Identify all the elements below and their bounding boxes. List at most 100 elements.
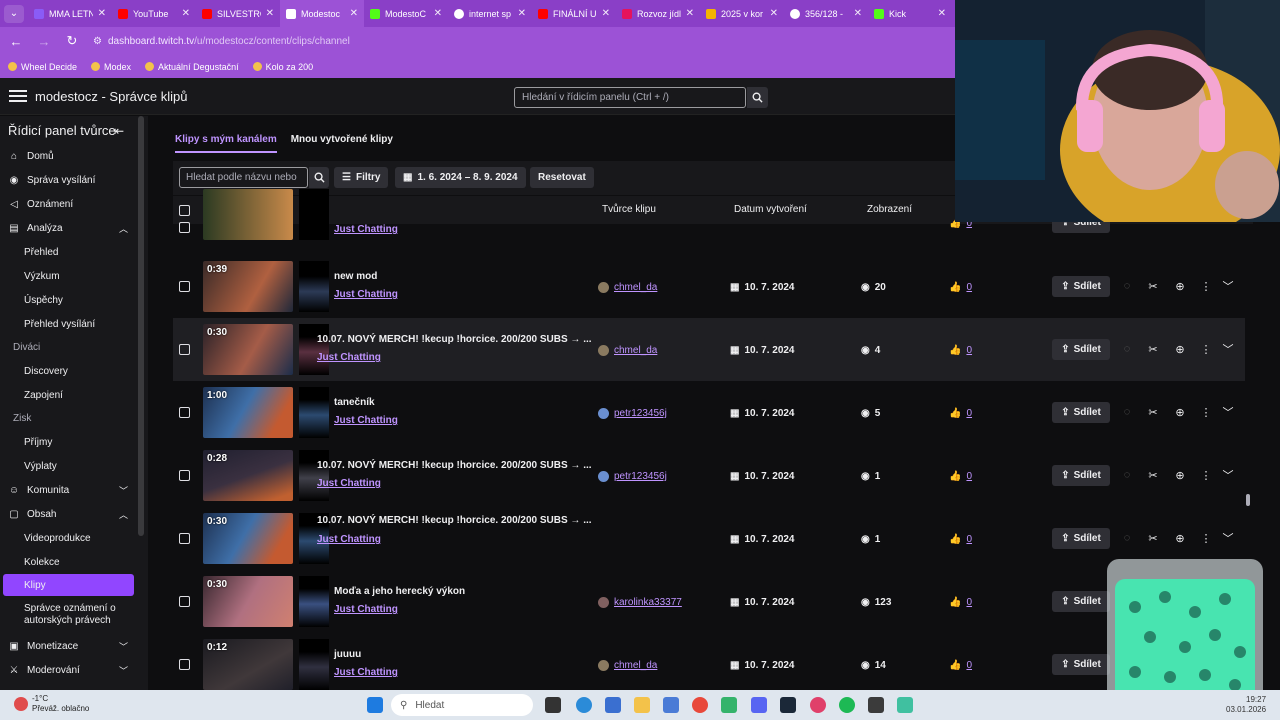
row-checkbox[interactable] (179, 222, 190, 233)
browser-tab[interactable]: MMA LETN ✕ (28, 0, 112, 27)
clip-category-link[interactable]: Just Chatting (334, 289, 398, 300)
sidebar-scrollbar[interactable] (138, 116, 144, 536)
table-row[interactable]: 0:30 Moďa a jeho herecký výkon Just Chat… (173, 570, 1245, 633)
share-button[interactable]: ⇪ Sdílet (1052, 276, 1110, 297)
clip-creator-link[interactable]: chmel_da (598, 345, 657, 356)
clip-likes[interactable]: 👍 0 (949, 282, 972, 293)
clip-likes[interactable]: 👍 0 (949, 471, 972, 482)
clip-likes[interactable]: 👍 0 (949, 408, 972, 419)
store-icon[interactable] (605, 697, 621, 713)
chevron-down-icon[interactable]: ﹀ (1221, 342, 1235, 356)
system-clock[interactable]: 19:27 03.01.2026 (1226, 695, 1266, 715)
table-row[interactable]: 1:00 tanečník Just Chatting petr123456j … (173, 381, 1245, 444)
table-row[interactable]: 0:28 10.07. NOVÝ MERCH! !kecup !horcice.… (173, 444, 1245, 507)
sidebar-item-moderation[interactable]: ⚔ Moderování ﹀ (3, 659, 134, 681)
scissors-icon[interactable]: ✂ (1146, 531, 1160, 545)
clip-creator-link[interactable]: chmel_da (598, 660, 657, 671)
browser-tab[interactable]: ModestoC ✕ (364, 0, 448, 27)
close-icon[interactable]: ✕ (854, 8, 862, 19)
row-checkbox[interactable] (179, 470, 190, 481)
row-checkbox[interactable] (179, 533, 190, 544)
bookmark-item[interactable]: Aktuální Degustační (145, 62, 239, 72)
row-checkbox[interactable] (179, 596, 190, 607)
sidebar-item-research[interactable]: Výzkum (3, 265, 134, 287)
clip-category-link[interactable]: Just Chatting (317, 352, 381, 363)
clip-thumbnail[interactable]: 1:00 (203, 387, 293, 438)
clip-category-link[interactable]: Just Chatting (334, 415, 398, 426)
chrome-icon[interactable] (692, 697, 708, 713)
sidebar-item-overview[interactable]: Přehled (3, 241, 134, 263)
sidebar-item-engagement[interactable]: Zapojení (3, 384, 134, 406)
scissors-icon[interactable]: ✂ (1146, 405, 1160, 419)
add-circle-icon[interactable]: ⊕ (1173, 468, 1187, 482)
tab-channel-clips[interactable]: Klipy s mým kanálem (175, 134, 277, 153)
forward-icon[interactable]: → (37, 34, 51, 49)
clip-thumbnail[interactable] (203, 189, 293, 240)
scissors-icon[interactable]: ✂ (1146, 279, 1160, 293)
sidebar-item-content[interactable]: ▢ Obsah ︿ (3, 503, 134, 525)
sidebar-item-income[interactable]: Příjmy (3, 431, 134, 453)
bookmark-item[interactable]: Kolo za 200 (252, 62, 313, 72)
clip-creator-link[interactable]: karolinka33377 (598, 597, 682, 608)
share-button[interactable]: ⇪ Sdílet (1052, 402, 1110, 423)
sidebar-item-home[interactable]: ⌂ Domů (3, 145, 134, 167)
more-options-icon[interactable]: ⋮ (1199, 468, 1213, 482)
discord-icon[interactable] (751, 697, 767, 713)
row-checkbox[interactable] (179, 407, 190, 418)
sidebar-item-achievements[interactable]: Úspěchy (3, 289, 134, 311)
sidebar-item-monetization[interactable]: ▣ Monetizace ﹀ (3, 635, 134, 657)
steam-icon[interactable] (780, 697, 796, 713)
app-icon[interactable] (868, 697, 884, 713)
close-icon[interactable]: ✕ (602, 8, 610, 19)
clip-thumbnail[interactable]: 0:30 (203, 513, 293, 564)
browser-tab[interactable]: Rozvoz jídl ✕ (616, 0, 700, 27)
clip-likes[interactable]: 👍 0 (949, 534, 972, 545)
hamburger-menu-icon[interactable] (9, 90, 27, 102)
share-button[interactable]: ⇪ Sdílet (1052, 528, 1110, 549)
share-button[interactable]: ⇪ Sdílet (1052, 654, 1110, 675)
tab-my-clips[interactable]: Mnou vytvořené klipy (291, 134, 393, 153)
table-row[interactable]: 0:12 juuuu Just Chatting chmel_da ▦ 10. 7… (173, 633, 1245, 690)
windows-start-icon[interactable] (367, 697, 383, 713)
browser-tab[interactable]: internet sp ✕ (448, 0, 532, 27)
add-circle-icon[interactable]: ⊕ (1173, 279, 1187, 293)
app-icon[interactable] (810, 697, 826, 713)
file-explorer-icon[interactable] (634, 697, 650, 713)
sidebar-item-video-producer[interactable]: Videoprodukce (3, 527, 134, 549)
chevron-down-icon[interactable]: ﹀ (1221, 531, 1235, 545)
sidebar-item-analytics[interactable]: ▤ Analýza ︿ (3, 217, 134, 239)
browser-tab[interactable]: YouTube ✕ (112, 0, 196, 27)
clip-creator-link[interactable]: petr123456j (598, 471, 667, 482)
edge-icon[interactable] (576, 697, 592, 713)
clip-creator-link[interactable]: chmel_da (598, 282, 657, 293)
app-icon[interactable] (663, 697, 679, 713)
share-button[interactable]: ⇪ Sdílet (1052, 465, 1110, 486)
app-icon[interactable] (897, 697, 913, 713)
more-options-icon[interactable]: ⋮ (1199, 342, 1213, 356)
clip-category-link[interactable]: Just Chatting (317, 478, 381, 489)
row-checkbox[interactable] (179, 659, 190, 670)
add-circle-icon[interactable]: ⊕ (1173, 405, 1187, 419)
sidebar-item-payouts[interactable]: Výplaty (3, 455, 134, 477)
sidebar-item-community[interactable]: ☺ Komunita ﹀ (3, 479, 134, 501)
app-icon[interactable] (721, 697, 737, 713)
share-button[interactable]: ⇪ Sdílet (1052, 591, 1110, 612)
spotify-icon[interactable] (839, 697, 855, 713)
close-icon[interactable]: ✕ (98, 8, 106, 19)
bookmark-item[interactable]: Wheel Decide (8, 62, 77, 72)
more-options-icon[interactable]: ⋮ (1199, 531, 1213, 545)
taskbar-search-input[interactable]: ⚲ Hledat (391, 694, 533, 716)
close-icon[interactable]: ✕ (770, 8, 778, 19)
share-button[interactable]: ⇪ Sdílet (1052, 339, 1110, 360)
clip-category-link[interactable]: Just Chatting (334, 667, 398, 678)
scrollbar-thumb[interactable] (1246, 494, 1250, 506)
clip-category-link[interactable]: Just Chatting (334, 224, 398, 235)
sidebar-item-discovery[interactable]: Discovery (3, 360, 134, 382)
sidebar-item-stream-summary[interactable]: Přehled vysílání (3, 313, 134, 335)
sidebar-item-stream-manager[interactable]: ◉ Správa vysílání (3, 169, 134, 191)
url-field[interactable]: ⚙ dashboard.twitch.tv/u/modestocz/conten… (93, 36, 350, 47)
clip-thumbnail[interactable]: 0:12 (203, 639, 293, 690)
more-options-icon[interactable]: ⋮ (1199, 405, 1213, 419)
table-row[interactable]: 0:30 10.07. NOVÝ MERCH! !kecup !horcice.… (173, 318, 1245, 381)
close-icon[interactable]: ✕ (182, 8, 190, 19)
